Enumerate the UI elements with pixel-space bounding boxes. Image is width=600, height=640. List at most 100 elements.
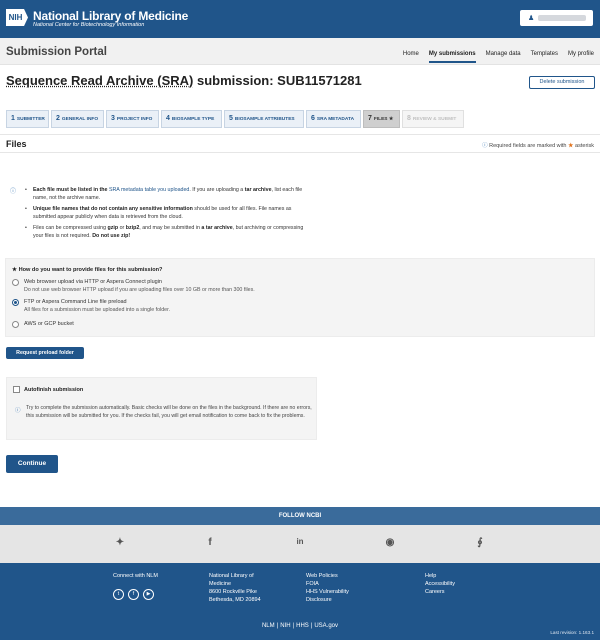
footer-bottom-links: NLM | NIH | HHS | USA.gov (261, 623, 339, 629)
sra-metadata-link[interactable]: SRA metadata table you uploaded (109, 187, 189, 193)
policies-column: Web Policies FOIA HHS Vulnerability Disc… (306, 572, 349, 604)
hhs-link[interactable]: HHS (296, 623, 309, 629)
site-footer: Connect with NLM t f ▶ National Library … (0, 563, 600, 640)
nav-templates[interactable]: Templates (531, 51, 558, 63)
help-link[interactable]: Help (425, 572, 455, 580)
nav-my-submissions[interactable]: My submissions (428, 51, 476, 63)
option-text: AWS or GCP bucket (24, 320, 74, 328)
nav-home[interactable]: Home (403, 51, 419, 63)
required-note-word: asterisk (575, 143, 594, 149)
linkedin-icon[interactable]: in (293, 537, 307, 546)
continue-button[interactable]: Continue (6, 455, 58, 473)
step-number: 1 (11, 115, 15, 122)
guideline-item: Each file must be listed in the SRA meta… (24, 186, 314, 202)
guideline-text: Files can be compressed using (33, 225, 108, 231)
web-policies-link[interactable]: Web Policies (306, 572, 349, 580)
hhs-vulnerability-link[interactable]: HHS Vulnerability (306, 588, 349, 596)
submission-id: submission: SUB11571281 (193, 73, 362, 88)
user-icon: ♟ (528, 15, 535, 22)
foia-link[interactable]: FOIA (306, 580, 349, 588)
org-title[interactable]: National Library of Medicine (33, 9, 188, 23)
option-description: Do not use web browser HTTP upload if yo… (24, 287, 255, 293)
option-ftp-preload[interactable]: FTP or Aspera Command Line file preload … (12, 298, 170, 314)
portal-title: Submission Portal (6, 46, 107, 58)
request-preload-folder-button[interactable]: Request preload folder (6, 347, 84, 359)
submission-title: Sequence Read Archive (SRA) submission: … (6, 73, 362, 88)
address-column: National Library of Medicine 8600 Rockvi… (209, 572, 261, 604)
youtube-icon[interactable]: ▶ (143, 589, 154, 600)
nlm-link[interactable]: NLM (262, 623, 275, 629)
facebook-icon[interactable]: f (203, 537, 217, 548)
rss-icon[interactable]: ∮ (473, 537, 487, 548)
step-sra-metadata[interactable]: 6 SRA metadata (306, 110, 361, 128)
section-title: Files (6, 139, 27, 149)
step-files[interactable]: 7 Files ★ (363, 110, 400, 128)
file-guidelines: Each file must be listed in the SRA meta… (24, 186, 314, 243)
nlm-social-icons: t f ▶ (113, 589, 158, 600)
option-http-upload[interactable]: Web browser upload via HTTP or Aspera Co… (12, 278, 255, 294)
connect-column: Connect with NLM (113, 572, 158, 580)
provide-files-panel: ★ How do you want to provide files for t… (5, 258, 595, 337)
social-links: ✦ f in ◉ ∮ (0, 525, 600, 563)
autofinish-checkbox[interactable] (13, 386, 20, 393)
info-icon: ⓘ (15, 408, 21, 414)
step-number: 5 (229, 115, 233, 122)
option-text: Web browser upload via HTTP or Aspera Co… (24, 278, 255, 294)
guideline-text: Each file must be listed in the (33, 187, 109, 193)
radio-http-upload[interactable] (12, 279, 19, 286)
step-label: Biosample type (171, 117, 215, 122)
wizard-steps: 1 Submitter 2 General info 3 Project info 4… (6, 110, 482, 128)
address-line[interactable]: Medicine (209, 580, 261, 588)
twitter-icon[interactable]: ✦ (113, 537, 127, 548)
option-cloud-bucket[interactable]: AWS or GCP bucket (12, 320, 74, 328)
delete-submission-button[interactable]: Delete submission (529, 76, 595, 89)
divider (0, 134, 600, 135)
step-project-info[interactable]: 3 Project info (106, 110, 159, 128)
disclosure-link[interactable]: Disclosure (306, 596, 349, 604)
step-biosample-type[interactable]: 4 Biosample type (161, 110, 222, 128)
radio-ftp-preload[interactable] (12, 299, 19, 306)
step-label: General info (61, 117, 99, 122)
step-label: Files ★ (373, 117, 394, 122)
step-number: 6 (311, 115, 315, 122)
guideline-bold: a tar archive (201, 225, 233, 231)
option-description: All files for a submission must be uploa… (24, 307, 171, 313)
address-line: 8600 Rockville Pike (209, 589, 257, 595)
radio-cloud-bucket[interactable] (12, 321, 19, 328)
step-general-info[interactable]: 2 General info (51, 110, 104, 128)
guideline-item: Unique file names that do not contain an… (24, 205, 314, 221)
usa-gov-link[interactable]: USA.gov (314, 623, 338, 629)
step-submitter[interactable]: 1 Submitter (6, 110, 49, 128)
info-icon: ⓘ (482, 143, 488, 149)
step-number: 4 (166, 115, 170, 122)
nav-my-profile[interactable]: My profile (568, 51, 594, 63)
option-text: FTP or Aspera Command Line file preload … (24, 298, 170, 314)
autofinish-description: Try to complete the submission automatic… (26, 405, 312, 419)
twitter-icon[interactable]: t (113, 589, 124, 600)
step-number: 8 (407, 115, 411, 122)
divider (0, 152, 600, 153)
github-icon[interactable]: ◉ (383, 537, 397, 548)
step-biosample-attributes[interactable]: 5 Biosample attributes (224, 110, 304, 128)
accessibility-link[interactable]: Accessibility (425, 580, 455, 588)
org-subtitle: National Center for Biotechnology Inform… (33, 22, 145, 28)
guideline-text: . If you are uploading a (189, 187, 245, 193)
portal-bar: Submission Portal Home My submissions Ma… (0, 38, 600, 65)
option-label: FTP or Aspera Command Line file preload (24, 299, 127, 305)
guideline-bold: Unique file names that do not contain an… (33, 206, 193, 212)
guideline-item: Files can be compressed using gzip or bz… (24, 224, 314, 240)
guideline-text: , and may be submitted in (139, 225, 202, 231)
address-line[interactable]: National Library of (209, 572, 261, 580)
option-label: Web browser upload via HTTP or Aspera Co… (24, 279, 162, 285)
nih-logo[interactable]: NIH (6, 9, 28, 26)
careers-link[interactable]: Careers (425, 588, 455, 596)
option-label: AWS or GCP bucket (24, 321, 74, 327)
connect-label: Connect with NLM (113, 573, 158, 579)
facebook-icon[interactable]: f (128, 589, 139, 600)
nav-manage-data[interactable]: Manage data (486, 51, 521, 63)
autofinish-label[interactable]: Autofinish submission (24, 387, 83, 393)
user-menu-button[interactable]: ♟ (520, 10, 593, 26)
nih-link[interactable]: NIH (280, 623, 290, 629)
user-name (538, 15, 586, 21)
info-icon: ⓘ (10, 189, 17, 195)
